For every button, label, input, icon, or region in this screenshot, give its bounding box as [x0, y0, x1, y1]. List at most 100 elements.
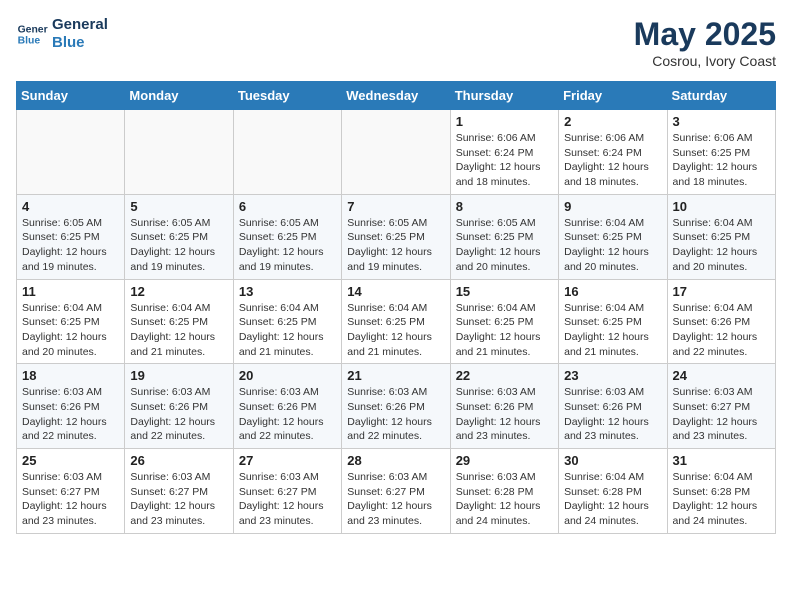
day-number: 13: [239, 284, 336, 299]
day-number: 20: [239, 368, 336, 383]
day-info: Sunrise: 6:05 AMSunset: 6:25 PMDaylight:…: [456, 216, 553, 275]
calendar-cell: 27Sunrise: 6:03 AMSunset: 6:27 PMDayligh…: [233, 449, 341, 534]
calendar-week-4: 18Sunrise: 6:03 AMSunset: 6:26 PMDayligh…: [17, 364, 776, 449]
calendar-header-row: SundayMondayTuesdayWednesdayThursdayFrid…: [17, 82, 776, 110]
col-header-sunday: Sunday: [17, 82, 125, 110]
calendar-cell: 1 Sunrise: 6:06 AMSunset: 6:24 PMDaylight…: [450, 110, 558, 195]
calendar-cell: 8 Sunrise: 6:05 AMSunset: 6:25 PMDaylight…: [450, 194, 558, 279]
calendar-cell: [17, 110, 125, 195]
page-header: General Blue General Blue May 2025 Cosro…: [16, 16, 776, 69]
month-title: May 2025: [634, 16, 776, 53]
day-info: Sunrise: 6:03 AMSunset: 6:26 PMDaylight:…: [347, 385, 444, 444]
calendar-cell: 15 Sunrise: 6:04 AMSunset: 6:25 PMDayligh…: [450, 279, 558, 364]
logo-blue: Blue: [52, 34, 108, 52]
day-number: 17: [673, 284, 770, 299]
day-info: Sunrise: 6:04 AMSunset: 6:26 PMDaylight:…: [673, 301, 770, 360]
day-info: Sunrise: 6:04 AMSunset: 6:25 PMDaylight:…: [673, 216, 770, 275]
calendar-cell: [233, 110, 341, 195]
col-header-monday: Monday: [125, 82, 233, 110]
day-number: 11: [22, 284, 119, 299]
day-info: Sunrise: 6:04 AMSunset: 6:28 PMDaylight:…: [564, 470, 661, 529]
day-info: Sunrise: 6:05 AMSunset: 6:25 PMDaylight:…: [22, 216, 119, 275]
day-number: 29: [456, 453, 553, 468]
day-info: Sunrise: 6:03 AMSunset: 6:28 PMDaylight:…: [456, 470, 553, 529]
calendar-week-2: 4 Sunrise: 6:05 AMSunset: 6:25 PMDaylight…: [17, 194, 776, 279]
day-info: Sunrise: 6:05 AMSunset: 6:25 PMDaylight:…: [239, 216, 336, 275]
day-number: 30: [564, 453, 661, 468]
day-number: 2: [564, 114, 661, 129]
calendar-cell: 19Sunrise: 6:03 AMSunset: 6:26 PMDayligh…: [125, 364, 233, 449]
day-number: 25: [22, 453, 119, 468]
day-number: 19: [130, 368, 227, 383]
day-number: 22: [456, 368, 553, 383]
day-info: Sunrise: 6:03 AMSunset: 6:26 PMDaylight:…: [22, 385, 119, 444]
calendar-cell: 29 Sunrise: 6:03 AMSunset: 6:28 PMDayligh…: [450, 449, 558, 534]
calendar-cell: 24 Sunrise: 6:03 AMSunset: 6:27 PMDayligh…: [667, 364, 775, 449]
col-header-friday: Friday: [559, 82, 667, 110]
calendar-cell: 21 Sunrise: 6:03 AMSunset: 6:26 PMDayligh…: [342, 364, 450, 449]
day-number: 12: [130, 284, 227, 299]
calendar-cell: 18Sunrise: 6:03 AMSunset: 6:26 PMDayligh…: [17, 364, 125, 449]
col-header-wednesday: Wednesday: [342, 82, 450, 110]
day-info: Sunrise: 6:03 AMSunset: 6:27 PMDaylight:…: [347, 470, 444, 529]
calendar-cell: 16Sunrise: 6:04 AMSunset: 6:25 PMDayligh…: [559, 279, 667, 364]
calendar-cell: 9Sunrise: 6:04 AMSunset: 6:25 PMDaylight…: [559, 194, 667, 279]
svg-text:Blue: Blue: [18, 36, 41, 47]
calendar-cell: [125, 110, 233, 195]
calendar-cell: 20 Sunrise: 6:03 AMSunset: 6:26 PMDayligh…: [233, 364, 341, 449]
day-number: 14: [347, 284, 444, 299]
calendar-cell: 11 Sunrise: 6:04 AMSunset: 6:25 PMDayligh…: [17, 279, 125, 364]
day-info: Sunrise: 6:03 AMSunset: 6:27 PMDaylight:…: [22, 470, 119, 529]
calendar-cell: 12 Sunrise: 6:04 AMSunset: 6:25 PMDayligh…: [125, 279, 233, 364]
calendar-cell: 31 Sunrise: 6:04 AMSunset: 6:28 PMDayligh…: [667, 449, 775, 534]
day-number: 23: [564, 368, 661, 383]
calendar-week-1: 1 Sunrise: 6:06 AMSunset: 6:24 PMDaylight…: [17, 110, 776, 195]
day-info: Sunrise: 6:04 AMSunset: 6:25 PMDaylight:…: [239, 301, 336, 360]
day-info: Sunrise: 6:04 AMSunset: 6:25 PMDaylight:…: [347, 301, 444, 360]
day-info: Sunrise: 6:05 AMSunset: 6:25 PMDaylight:…: [347, 216, 444, 275]
calendar-cell: 4 Sunrise: 6:05 AMSunset: 6:25 PMDaylight…: [17, 194, 125, 279]
calendar-cell: 26Sunrise: 6:03 AMSunset: 6:27 PMDayligh…: [125, 449, 233, 534]
day-info: Sunrise: 6:04 AMSunset: 6:25 PMDaylight:…: [456, 301, 553, 360]
location-subtitle: Cosrou, Ivory Coast: [634, 53, 776, 69]
day-info: Sunrise: 6:04 AMSunset: 6:25 PMDaylight:…: [130, 301, 227, 360]
day-number: 3: [673, 114, 770, 129]
day-number: 28: [347, 453, 444, 468]
calendar-cell: 6Sunrise: 6:05 AMSunset: 6:25 PMDaylight…: [233, 194, 341, 279]
day-info: Sunrise: 6:03 AMSunset: 6:27 PMDaylight:…: [239, 470, 336, 529]
day-number: 31: [673, 453, 770, 468]
day-number: 15: [456, 284, 553, 299]
calendar-week-5: 25 Sunrise: 6:03 AMSunset: 6:27 PMDayligh…: [17, 449, 776, 534]
day-number: 26: [130, 453, 227, 468]
day-number: 5: [130, 199, 227, 214]
day-info: Sunrise: 6:06 AMSunset: 6:24 PMDaylight:…: [456, 131, 553, 190]
calendar-cell: 5Sunrise: 6:05 AMSunset: 6:25 PMDaylight…: [125, 194, 233, 279]
logo-general: General: [52, 16, 108, 34]
calendar-table: SundayMondayTuesdayWednesdayThursdayFrid…: [16, 81, 776, 534]
calendar-cell: 30 Sunrise: 6:04 AMSunset: 6:28 PMDayligh…: [559, 449, 667, 534]
calendar-cell: 17 Sunrise: 6:04 AMSunset: 6:26 PMDayligh…: [667, 279, 775, 364]
day-number: 8: [456, 199, 553, 214]
col-header-thursday: Thursday: [450, 82, 558, 110]
calendar-cell: 28 Sunrise: 6:03 AMSunset: 6:27 PMDayligh…: [342, 449, 450, 534]
day-number: 10: [673, 199, 770, 214]
day-info: Sunrise: 6:03 AMSunset: 6:27 PMDaylight:…: [673, 385, 770, 444]
calendar-week-3: 11 Sunrise: 6:04 AMSunset: 6:25 PMDayligh…: [17, 279, 776, 364]
day-info: Sunrise: 6:04 AMSunset: 6:28 PMDaylight:…: [673, 470, 770, 529]
calendar-cell: [342, 110, 450, 195]
day-info: Sunrise: 6:06 AMSunset: 6:25 PMDaylight:…: [673, 131, 770, 190]
svg-text:General: General: [18, 24, 48, 35]
title-block: May 2025 Cosrou, Ivory Coast: [634, 16, 776, 69]
day-info: Sunrise: 6:04 AMSunset: 6:25 PMDaylight:…: [22, 301, 119, 360]
day-number: 24: [673, 368, 770, 383]
calendar-cell: 2Sunrise: 6:06 AMSunset: 6:24 PMDaylight…: [559, 110, 667, 195]
calendar-cell: 3 Sunrise: 6:06 AMSunset: 6:25 PMDaylight…: [667, 110, 775, 195]
day-info: Sunrise: 6:03 AMSunset: 6:26 PMDaylight:…: [239, 385, 336, 444]
day-number: 1: [456, 114, 553, 129]
day-number: 4: [22, 199, 119, 214]
day-number: 7: [347, 199, 444, 214]
day-info: Sunrise: 6:04 AMSunset: 6:25 PMDaylight:…: [564, 216, 661, 275]
day-number: 21: [347, 368, 444, 383]
col-header-tuesday: Tuesday: [233, 82, 341, 110]
calendar-cell: 23Sunrise: 6:03 AMSunset: 6:26 PMDayligh…: [559, 364, 667, 449]
